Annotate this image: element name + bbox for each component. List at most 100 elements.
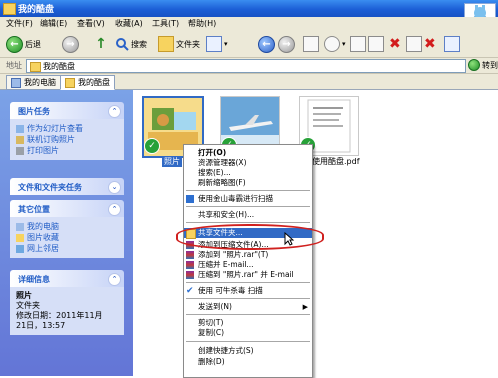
- menu-open[interactable]: 打开(O): [184, 148, 312, 158]
- details-body: 照片 文件夹 修改日期：2011年11月21日，13:57: [10, 287, 124, 335]
- details-type: 文件夹: [16, 301, 40, 310]
- toolbar: ← 后退 → ↑ 搜索 文件夹 ▾ ← → ▾ ✖ ✖: [0, 31, 498, 58]
- menu-create-shortcut[interactable]: 创建快捷方式(S): [184, 346, 312, 356]
- nav-forward-gray-button[interactable]: →: [278, 35, 295, 53]
- up-button[interactable]: ↑: [94, 35, 108, 53]
- folders-label: 文件夹: [176, 39, 200, 49]
- search-button[interactable]: 搜索: [115, 35, 147, 53]
- menu-bar: 文件(F) 编辑(E) 查看(V) 收藏(A) 工具(T) 帮助(H): [0, 17, 498, 32]
- menu-cut[interactable]: 剪切(T): [184, 318, 312, 328]
- picture-tasks-panel: 图片任务 ⌃ 作为幻灯片查看 联机订购照片 打印图片: [10, 102, 124, 160]
- menu-sharing-security[interactable]: 共享和安全(H)...: [184, 210, 312, 220]
- close-x-button[interactable]: ✖: [424, 35, 436, 53]
- menu-send-to[interactable]: 发送到(N) ▶: [184, 302, 312, 312]
- winrar-icon: [186, 251, 194, 259]
- tab-my-computer[interactable]: 我的电脑: [6, 75, 61, 90]
- menu-edit[interactable]: 编辑(E): [40, 18, 67, 29]
- panel-title: 文件和文件夹任务: [18, 183, 82, 192]
- menu-tools[interactable]: 工具(T): [152, 18, 179, 29]
- chevron-down-icon[interactable]: ⌄: [108, 181, 121, 194]
- menu-explorer[interactable]: 资源管理器(X): [184, 158, 312, 168]
- menu-compress-rar-email[interactable]: 压缩到 "照片.rar" 并 E-mail: [184, 270, 312, 280]
- place-label: 网上邻居: [27, 244, 59, 253]
- tab-kupan[interactable]: 我的酷盘: [60, 75, 115, 90]
- chevron-up-icon[interactable]: ⌃: [108, 105, 121, 118]
- window-title: 我的酷盘: [18, 5, 55, 15]
- highlight-annotation: [176, 224, 324, 250]
- search-icon: [116, 38, 129, 51]
- place-my-pictures[interactable]: 图片收藏: [16, 232, 118, 243]
- other-places-body: 我的电脑 图片收藏 网上邻居: [10, 217, 124, 258]
- tab-bar: 我的电脑 我的酷盘: [0, 74, 498, 90]
- picture-tasks-header[interactable]: 图片任务 ⌃: [10, 102, 124, 119]
- folders-button[interactable]: 文件夹: [158, 35, 200, 53]
- delete-button[interactable]: ✖: [389, 35, 401, 53]
- back-button[interactable]: ← 后退: [6, 35, 41, 53]
- menu-refresh-thumbnails[interactable]: 刷新缩略图(F): [184, 178, 312, 188]
- address-value: 我的酷盘: [43, 62, 75, 71]
- task-print[interactable]: 打印图片: [16, 145, 118, 156]
- views-button[interactable]: ▾: [206, 35, 228, 53]
- copy-to-button[interactable]: [350, 35, 366, 53]
- menu-label: 搜索(E)...: [198, 168, 231, 177]
- menu-file[interactable]: 文件(F): [6, 18, 33, 29]
- menu-label: 打开(O): [198, 148, 227, 157]
- context-menu: 打开(O) 资源管理器(X) 搜索(E)... 刷新缩略图(F) 使用金山毒霸进…: [183, 144, 313, 378]
- move-to-button[interactable]: [368, 35, 384, 53]
- details-header[interactable]: 详细信息 ⌃: [10, 270, 124, 287]
- order-prints-icon: [16, 135, 24, 144]
- view-options-button[interactable]: ▾: [324, 35, 346, 53]
- menu-keniu-scan[interactable]: ✔ 使用 可牛杀毒 扫描: [184, 286, 312, 296]
- place-my-computer[interactable]: 我的电脑: [16, 221, 118, 232]
- chevron-up-icon[interactable]: ⌃: [108, 203, 121, 216]
- file-tasks-header[interactable]: 文件和文件夹任务 ⌄: [10, 178, 124, 195]
- task-label: 打印图片: [27, 146, 59, 155]
- panel-title: 详细信息: [18, 275, 50, 284]
- place-network[interactable]: 网上邻居: [16, 243, 118, 254]
- menu-compress-email[interactable]: 压缩并 E-mail...: [184, 260, 312, 270]
- shield-icon: [186, 195, 194, 203]
- menu-label: 压缩到 "照片.rar" 并 E-mail: [198, 270, 294, 279]
- go-button[interactable]: 转到: [468, 59, 498, 71]
- address-bar: 地址 我的酷盘 转到: [0, 58, 498, 74]
- menu-label: 使用金山毒霸进行扫描: [198, 194, 273, 203]
- close-x-icon: ✖: [424, 36, 436, 52]
- panel-title: 图片任务: [18, 107, 50, 116]
- chevron-up-icon[interactable]: ⌃: [108, 273, 121, 286]
- winrar-icon: [186, 271, 194, 279]
- menu-separator: [186, 190, 310, 191]
- menu-delete[interactable]: 删除(D): [184, 357, 312, 367]
- nav-back-blue-button[interactable]: ←: [258, 35, 275, 53]
- task-label: 联机订购照片: [27, 135, 75, 144]
- menu-view[interactable]: 查看(V): [77, 18, 105, 29]
- address-input[interactable]: 我的酷盘: [26, 59, 466, 73]
- folder-icon: [65, 77, 75, 88]
- extra-views-button[interactable]: [444, 35, 460, 53]
- computer-icon: [16, 222, 24, 231]
- folders-icon: [158, 36, 174, 52]
- printer-icon: [16, 146, 24, 155]
- menu-search[interactable]: 搜索(E)...: [184, 168, 312, 178]
- back-arrow-icon: ←: [6, 35, 23, 53]
- file-caption: 使用酷盘.pdf: [312, 157, 360, 166]
- menu-kingsoft-scan[interactable]: 使用金山毒霸进行扫描: [184, 194, 312, 204]
- menu-add-to-rar[interactable]: 添加到 "照片.rar"(T): [184, 250, 312, 260]
- task-slideshow[interactable]: 作为幻灯片查看: [16, 123, 118, 134]
- details-modified: 修改日期：2011年11月21日，13:57: [16, 311, 103, 330]
- menu-label: 创建快捷方式(S): [198, 346, 254, 355]
- menu-label: 删除(D): [198, 357, 225, 366]
- menu-copy[interactable]: 复制(C): [184, 328, 312, 338]
- up-folder-button[interactable]: [303, 35, 319, 53]
- forward-button[interactable]: →: [62, 35, 79, 53]
- menu-help[interactable]: 帮助(H): [188, 18, 216, 29]
- menu-label: 压缩并 E-mail...: [198, 260, 254, 269]
- menu-label: 资源管理器(X): [198, 158, 247, 167]
- task-order-prints[interactable]: 联机订购照片: [16, 134, 118, 145]
- other-places-header[interactable]: 其它位置 ⌃: [10, 200, 124, 217]
- forward-gray-icon: →: [278, 35, 295, 53]
- menu-separator: [186, 314, 310, 315]
- up-folder-icon: [303, 36, 319, 52]
- delete-file-button[interactable]: [406, 35, 422, 53]
- menu-favorites[interactable]: 收藏(A): [115, 18, 143, 29]
- forward-arrow-icon: →: [62, 35, 79, 53]
